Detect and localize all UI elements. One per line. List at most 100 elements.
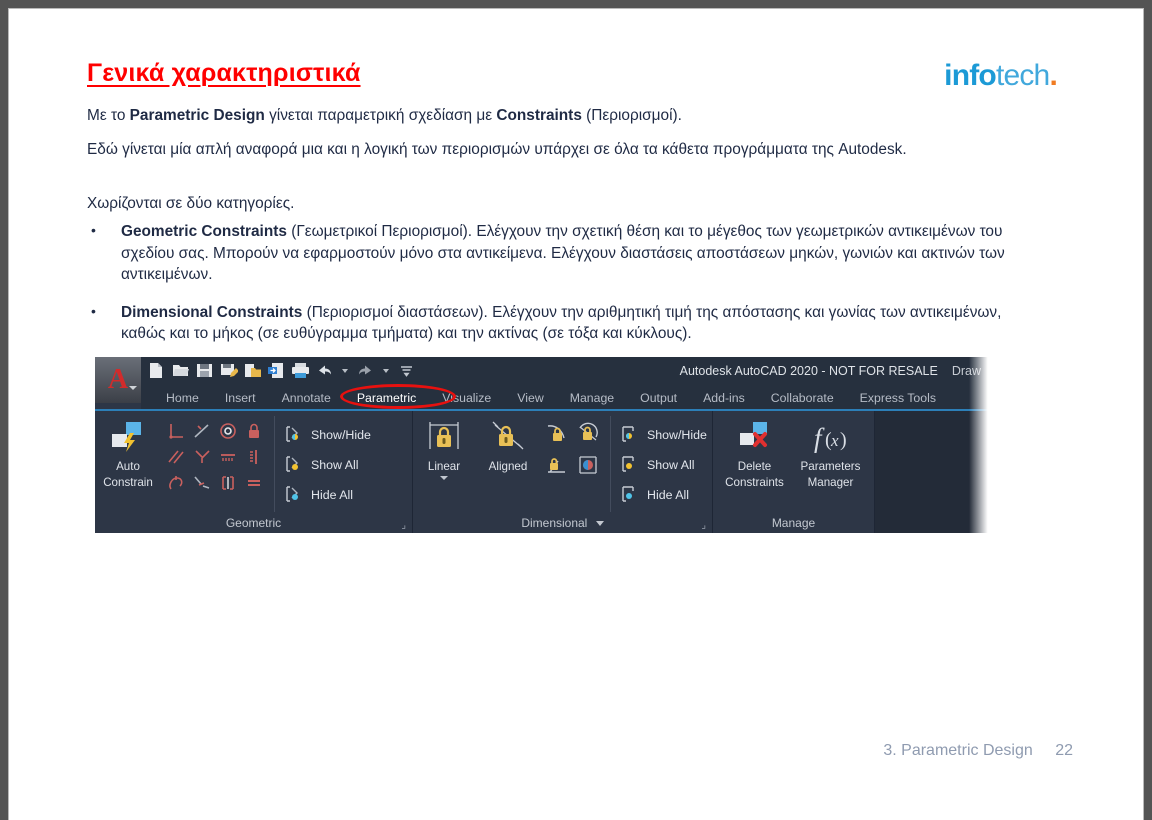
open-icon[interactable] [171, 361, 190, 380]
linear-label: Linear [428, 460, 460, 474]
hide-all-dim-icon [620, 484, 640, 507]
tab-insert[interactable]: Insert [212, 387, 269, 410]
smooth-icon[interactable] [166, 473, 186, 496]
tangent-icon[interactable] [192, 447, 212, 470]
tab-visualize[interactable]: Visualize [429, 387, 504, 410]
tab-output[interactable]: Output [627, 387, 690, 410]
dimensional-icon-grid [541, 420, 603, 482]
fix-icon[interactable] [244, 421, 264, 444]
redo-icon[interactable] [356, 361, 375, 380]
undo-icon[interactable] [315, 361, 334, 380]
geometric-show-hide-label: Show/Hide [311, 428, 371, 442]
geometric-dialog-launcher-icon[interactable]: ⌟ [401, 516, 406, 533]
delete-constraints-button[interactable]: Delete Constraints [718, 416, 792, 490]
parametric-design-term: Parametric Design [130, 107, 265, 124]
dimensional-expand-icon[interactable] [596, 521, 604, 526]
equal-icon[interactable] [244, 473, 264, 496]
open-from-web-icon[interactable] [243, 361, 262, 380]
tab-add-ins[interactable]: Add-ins [690, 387, 758, 410]
logo-tech-text: tech [996, 59, 1050, 92]
ribbon-panels: Auto Constrain [95, 411, 991, 533]
dimensional-constraints-term: Dimensional Constraints [121, 304, 302, 321]
bullet-marker: • [91, 301, 96, 323]
angular-constraint-icon[interactable] [544, 421, 570, 450]
tab-parametric[interactable]: Parametric [344, 387, 429, 410]
tab-home[interactable]: Home [153, 387, 212, 410]
horizontal-icon[interactable] [218, 447, 238, 470]
paragraph-intro: Με το Parametric Design γίνεται παραμετρ… [87, 105, 987, 126]
dimensional-show-all-button[interactable]: Show All [620, 450, 707, 480]
svg-text:f: f [814, 423, 825, 453]
hide-all-constraint-icon [284, 484, 304, 507]
tab-express-tools[interactable]: Express Tools [847, 387, 949, 410]
dimensional-show-hide-button[interactable]: Show/Hide [620, 420, 707, 450]
page-title: Γενικά χαρακτηριστικά [87, 59, 361, 88]
convert-constraint-icon[interactable] [544, 452, 570, 481]
panel-geometric-body: Auto Constrain [95, 411, 412, 513]
customize-qat-icon[interactable] [397, 361, 416, 380]
paragraph-note: Εδώ γίνεται μία απλή αναφορά μια και η λ… [87, 139, 987, 160]
svg-text:): ) [840, 429, 847, 451]
save-icon[interactable] [195, 361, 214, 380]
parameters-manager-label-line1: Parameters [801, 460, 861, 474]
concentric-icon[interactable] [218, 421, 238, 444]
undo-dropdown-icon[interactable] [342, 369, 348, 373]
tab-annotate[interactable]: Annotate [269, 387, 344, 410]
new-icon[interactable] [147, 361, 166, 380]
linear-dropdown-icon[interactable] [440, 476, 448, 480]
geometric-show-hide-button[interactable]: Show/Hide [284, 420, 371, 450]
application-menu-button[interactable]: A [95, 357, 141, 403]
symmetric-icon[interactable] [218, 473, 238, 496]
auto-constrain-icon [108, 418, 148, 458]
show-all-dim-icon [620, 454, 640, 477]
geometric-show-all-label: Show All [311, 458, 359, 472]
autocad-a-icon: A [108, 366, 128, 394]
vertical-icon[interactable] [244, 447, 264, 470]
footer-section-label: 3. Parametric Design [883, 742, 1032, 759]
geometric-hide-all-button[interactable]: Hide All [284, 480, 371, 510]
tab-view[interactable]: View [504, 387, 556, 410]
radial-constraint-icon[interactable] [575, 421, 601, 450]
paragraph-intro-c: γίνεται παραμετρική σχεδίαση με [265, 107, 497, 124]
constraints-bullet-list: • Geometric Constraints (Γεωμετρικοί Περ… [87, 221, 1047, 361]
geometric-command-list: Show/Hide Show All Hide Al [274, 416, 371, 512]
fx-icon: f ( x ) [809, 418, 853, 458]
geometric-constraints-term: Geometric Constraints [121, 223, 287, 240]
panel-manage-body: Delete Constraints f ( x ) Paramet [713, 411, 874, 513]
geometric-show-all-button[interactable]: Show All [284, 450, 371, 480]
delete-constraints-icon [735, 418, 775, 458]
plot-icon[interactable] [291, 361, 310, 380]
diameter-constraint-icon[interactable] [575, 452, 601, 481]
bullet-marker: • [91, 220, 96, 242]
dimensional-dialog-launcher-icon[interactable]: ⌟ [701, 516, 706, 533]
auto-constrain-label-line1: Auto [116, 460, 140, 474]
aligned-dimension-button[interactable]: Aligned [475, 416, 541, 474]
dimensional-hide-all-label: Hide All [647, 488, 689, 502]
auto-constrain-button[interactable]: Auto Constrain [95, 416, 161, 490]
linear-dimension-button[interactable]: Linear [413, 416, 475, 480]
panel-geometric-title: Geometric ⌟ [95, 513, 412, 533]
parameters-manager-button[interactable]: f ( x ) Parameters Manager [792, 416, 870, 490]
save-as-icon[interactable] [219, 361, 238, 380]
parallel-icon[interactable] [166, 447, 186, 470]
show-all-constraint-icon [284, 454, 304, 477]
save-to-web-icon[interactable] [267, 361, 286, 380]
dimensional-hide-all-button[interactable]: Hide All [620, 480, 707, 510]
collinear-icon[interactable] [192, 473, 212, 496]
ribbon-empty-area [875, 411, 991, 533]
quick-access-toolbar [147, 361, 416, 380]
redo-dropdown-icon[interactable] [383, 369, 389, 373]
page-number: 22 [1055, 742, 1073, 759]
show-hide-constraint-icon [284, 424, 304, 447]
panel-dimensional-body: Linear Aligned [413, 411, 712, 513]
slide-page: Γενικά χαρακτηριστικά infotech. Με το Pa… [8, 8, 1144, 820]
tab-collaborate[interactable]: Collaborate [758, 387, 847, 410]
svg-text:x: x [830, 431, 839, 450]
parallel-hint-icon[interactable] [192, 421, 212, 444]
slide-footer: 3. Parametric Design 22 [883, 742, 1073, 760]
delete-constraints-label-line1: Delete [738, 460, 772, 474]
panel-dimensional-title-text: Dimensional [521, 516, 587, 530]
tab-manage[interactable]: Manage [557, 387, 627, 410]
perpendicular-icon[interactable] [166, 421, 186, 444]
paragraph-intro-a: Με το [87, 107, 130, 124]
